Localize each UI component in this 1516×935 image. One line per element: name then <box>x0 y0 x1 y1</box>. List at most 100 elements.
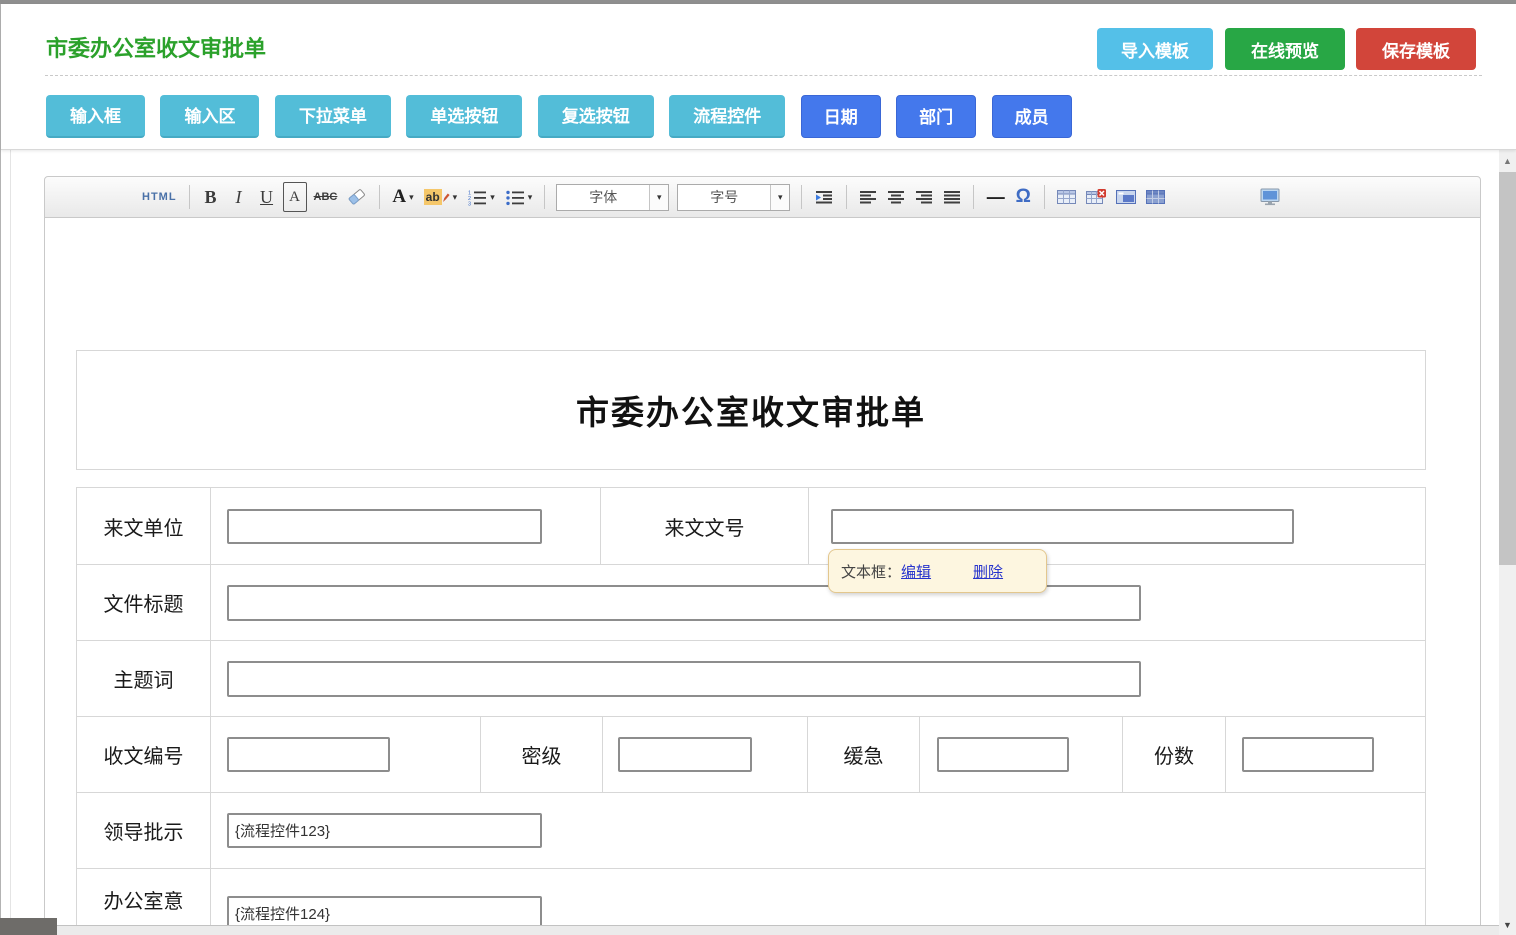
strikethrough-icon[interactable]: ABC <box>311 182 341 212</box>
tooltip-label: 文本框： <box>841 561 901 582</box>
field-label: 收文编号 <box>77 717 210 792</box>
font-size-label: 字号 <box>678 185 770 210</box>
scrollbar-thumb[interactable] <box>1499 172 1516 565</box>
font-color-glyph: A <box>392 186 406 208</box>
copies-input[interactable] <box>1242 737 1374 772</box>
form-table: 来文单位 来文文号 文件标题 主题词 <box>76 487 1426 935</box>
bottom-edge-strip <box>10 925 1499 935</box>
edit-field-link[interactable]: 编辑 <box>901 561 931 582</box>
html-source-icon[interactable]: HTML <box>139 182 180 212</box>
form-title-cell: 市委办公室收文审批单 <box>76 350 1426 470</box>
insert-table-icon[interactable] <box>1054 182 1079 212</box>
toolbar-separator <box>801 185 802 209</box>
font-size-select[interactable]: 字号 ▾ <box>677 184 790 211</box>
security-level-input[interactable] <box>618 737 752 772</box>
unordered-list-icon[interactable]: ▾ <box>502 182 536 212</box>
delete-table-icon[interactable] <box>1083 182 1109 212</box>
add-department-button[interactable]: 部门 <box>896 95 976 138</box>
subject-words-input[interactable] <box>227 661 1141 697</box>
table-cell <box>210 641 1425 716</box>
table-cell <box>210 793 1425 868</box>
receipt-number-input[interactable] <box>227 737 390 772</box>
field-label: 密级 <box>480 717 602 792</box>
page-title: 市委办公室收文审批单 <box>46 31 266 63</box>
font-attr-icon[interactable]: A <box>283 182 307 212</box>
urgency-input[interactable] <box>937 737 1069 772</box>
toolbar-separator <box>544 185 545 209</box>
table-row: 收文编号 密级 缓急 份数 <box>77 716 1425 792</box>
field-label: 来文文号 <box>600 488 808 564</box>
special-char-icon[interactable]: Ω <box>1011 182 1035 212</box>
table-cells-icon[interactable] <box>1143 182 1168 212</box>
editor-content-area[interactable]: 市委办公室收文审批单 来文单位 来文文号 文件标题 <box>44 218 1481 935</box>
add-dropdown-button[interactable]: 下拉菜单 <box>275 95 391 138</box>
field-label: 来文单位 <box>77 488 210 564</box>
table-properties-icon[interactable] <box>1113 182 1139 212</box>
header-dashed-divider <box>45 75 1482 76</box>
field-label: 份数 <box>1122 717 1225 792</box>
font-color-icon[interactable]: A▾ <box>389 182 416 212</box>
save-template-button[interactable]: 保存模板 <box>1356 28 1476 70</box>
eraser-icon[interactable] <box>344 182 370 212</box>
pencil-glyph <box>442 192 450 203</box>
toolbar-separator <box>846 185 847 209</box>
add-radio-button[interactable]: 单选按钮 <box>406 95 522 138</box>
add-flow-control-button[interactable]: 流程控件 <box>669 95 785 138</box>
highlight-color-icon[interactable]: ab▾ <box>421 182 461 212</box>
add-textarea-button[interactable]: 输入区 <box>160 95 259 138</box>
scroll-down-icon[interactable]: ▼ <box>1499 916 1516 933</box>
editor-toolbar: HTML B I U A ABC A▾ ab▾ 123 ▾ ▾ 字体 ▾ 字号 … <box>44 176 1481 218</box>
align-center-icon[interactable] <box>884 182 908 212</box>
import-template-button[interactable]: 导入模板 <box>1097 28 1213 70</box>
document-content: 市委办公室收文审批单 来文单位 来文文号 文件标题 <box>76 350 1426 935</box>
svg-text:3: 3 <box>468 201 471 206</box>
field-label: 缓急 <box>807 717 919 792</box>
chevron-down-icon: ▾ <box>409 192 414 203</box>
vertical-scrollbar[interactable]: ▲ ▼ <box>1499 150 1516 935</box>
field-action-tooltip: 文本框： 编辑 删除 <box>828 549 1047 593</box>
table-cell <box>210 488 600 564</box>
chevron-down-icon: ▾ <box>770 185 789 210</box>
align-justify-icon[interactable] <box>940 182 964 212</box>
underline-icon[interactable]: U <box>255 182 279 212</box>
font-family-select[interactable]: 字体 ▾ <box>556 184 669 211</box>
table-cell <box>210 565 1425 640</box>
field-label: 文件标题 <box>77 565 210 640</box>
chevron-down-icon: ▾ <box>490 192 495 203</box>
add-checkbox-button[interactable]: 复选按钮 <box>538 95 654 138</box>
italic-icon[interactable]: I <box>227 182 251 212</box>
scroll-up-icon[interactable]: ▲ <box>1499 152 1516 169</box>
ordered-list-icon[interactable]: 123 ▾ <box>464 182 498 212</box>
horizontal-rule-icon[interactable]: — <box>983 182 1007 212</box>
source-unit-input[interactable] <box>227 509 542 544</box>
bold-icon[interactable]: B <box>199 182 223 212</box>
indent-icon[interactable] <box>811 182 837 212</box>
add-date-button[interactable]: 日期 <box>801 95 881 138</box>
font-family-label: 字体 <box>557 185 649 210</box>
table-row: 来文单位 来文文号 <box>77 488 1425 564</box>
highlight-glyph: ab <box>424 189 442 205</box>
field-label: 领导批示 <box>77 793 210 868</box>
table-cell <box>210 717 480 792</box>
rich-text-editor: HTML B I U A ABC A▾ ab▾ 123 ▾ ▾ 字体 ▾ 字号 … <box>44 176 1481 935</box>
chevron-down-icon: ▾ <box>528 192 533 203</box>
toolbar-separator <box>1044 185 1045 209</box>
table-row: 领导批示 <box>77 792 1425 868</box>
delete-field-link[interactable]: 删除 <box>973 561 1003 582</box>
document-number-input[interactable] <box>831 509 1294 544</box>
table-row: 文件标题 <box>77 564 1425 640</box>
control-button-row: 输入框 输入区 下拉菜单 单选按钮 复选按钮 流程控件 日期 部门 成员 <box>46 95 1083 138</box>
leader-instructions-input[interactable] <box>227 813 542 848</box>
form-title: 市委办公室收文审批单 <box>576 386 926 434</box>
add-input-box-button[interactable]: 输入框 <box>46 95 145 138</box>
align-left-icon[interactable] <box>856 182 880 212</box>
add-member-button[interactable]: 成员 <box>992 95 1072 138</box>
align-right-icon[interactable] <box>912 182 936 212</box>
toolbar-separator <box>189 185 190 209</box>
online-preview-button[interactable]: 在线预览 <box>1225 28 1345 70</box>
toolbar-separator <box>379 185 380 209</box>
bottom-left-status-box <box>0 918 57 935</box>
fullscreen-icon[interactable] <box>1256 182 1284 212</box>
table-cell <box>1225 717 1425 792</box>
toolbar-separator <box>973 185 974 209</box>
